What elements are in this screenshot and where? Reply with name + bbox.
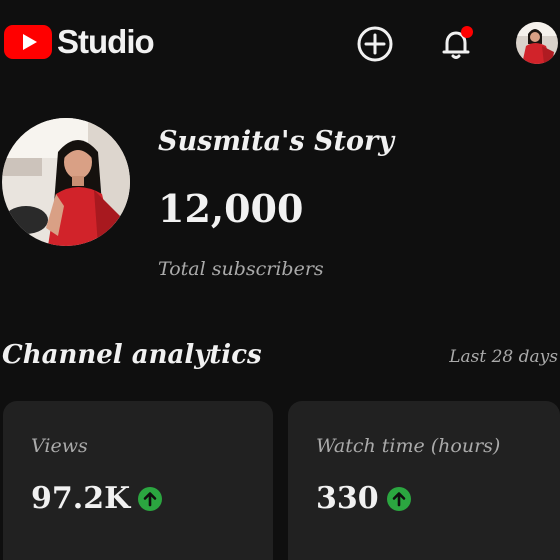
channel-avatar-image [2,118,130,246]
arrow-up-circle-icon [386,486,411,511]
watch-time-label: Watch time (hours) [316,435,501,457]
plus-circle-icon [357,26,393,62]
youtube-play-icon [4,25,52,59]
studio-logo[interactable]: Studio [4,23,155,60]
analytics-period[interactable]: Last 28 days [449,347,558,367]
channel-name: Susmita's Story [158,126,394,157]
views-value-row: 97.2K [31,481,163,516]
create-button[interactable] [355,24,395,64]
account-avatar[interactable] [516,22,558,64]
watch-time-value: 330 [316,481,379,516]
watch-time-value-row: 330 [316,481,411,516]
views-value: 97.2K [31,481,131,516]
notifications-button[interactable] [436,24,476,64]
subscriber-label: Total subscribers [158,258,324,280]
bell-icon [442,26,473,59]
channel-avatar[interactable] [2,118,130,246]
watch-time-card[interactable]: Watch time (hours) 330 [288,401,560,560]
views-card[interactable]: Views 97.2K [3,401,273,560]
views-label: Views [31,435,88,457]
top-bar: Studio [0,0,560,86]
analytics-section-title: Channel analytics [2,340,262,370]
subscriber-count: 12,000 [158,186,304,231]
avatar-image [516,22,558,64]
arrow-up-circle-icon [138,486,163,511]
app-name: Studio [57,23,155,60]
